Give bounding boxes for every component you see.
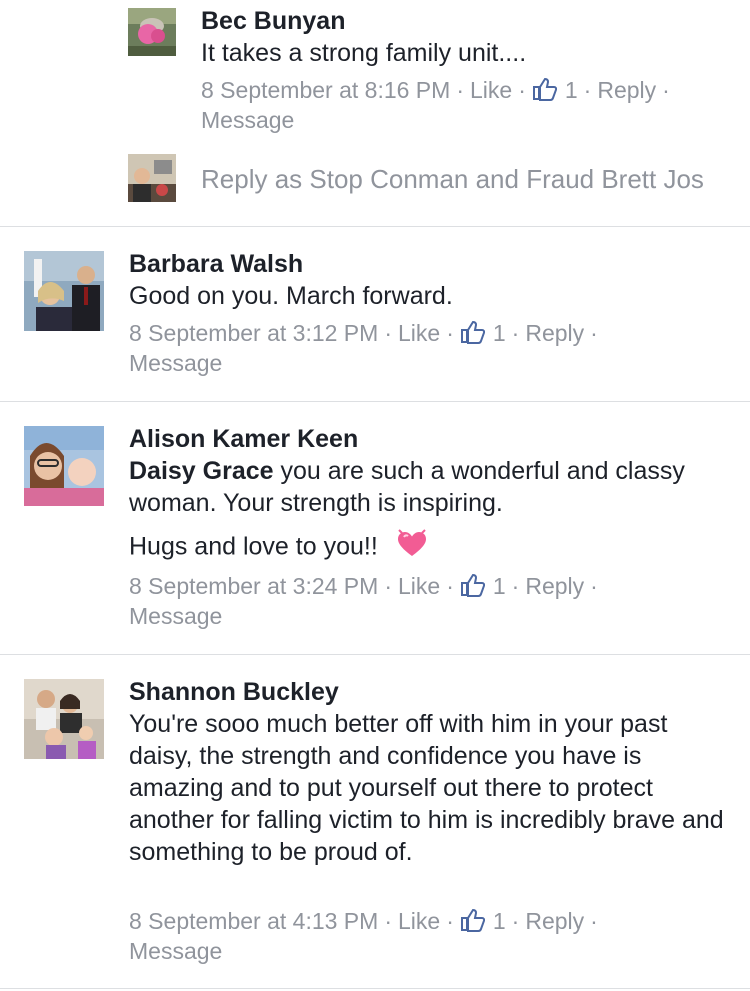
divider — [0, 654, 750, 655]
separator-dot: · — [384, 908, 392, 934]
comment-timestamp[interactable]: 8 September at 3:24 PM — [129, 571, 378, 601]
message-link[interactable]: Message — [129, 936, 222, 966]
separator-dot: · — [662, 77, 670, 103]
sparkling-heart-emoji — [395, 529, 429, 567]
reply-link[interactable]: Reply — [525, 571, 584, 601]
separator-dot: · — [590, 908, 598, 934]
comment-text-line: Hugs and love to you!! — [129, 529, 429, 567]
like-count[interactable]: 1 — [565, 75, 578, 105]
avatar[interactable] — [24, 679, 104, 759]
avatar[interactable] — [24, 251, 104, 331]
comment-author[interactable]: Shannon Buckley — [129, 677, 339, 707]
thumbs-up-icon[interactable] — [460, 320, 485, 344]
separator-dot: · — [590, 573, 598, 599]
message-link[interactable]: Message — [201, 105, 294, 135]
separator-dot: · — [384, 573, 392, 599]
comment-meta: 8 September at 8:16 PM · Like · 1 · Reply · — [201, 75, 676, 105]
divider — [0, 226, 750, 227]
reply-link[interactable]: Reply — [525, 318, 584, 348]
comment-text: Good on you. March forward. — [129, 282, 453, 310]
reply-link[interactable]: Reply — [597, 75, 656, 105]
avatar[interactable] — [128, 8, 176, 56]
avatar — [128, 154, 176, 202]
comment-author[interactable]: Bec Bunyan — [201, 6, 345, 36]
separator-dot: · — [590, 320, 598, 346]
like-link[interactable]: Like — [398, 906, 440, 936]
like-link[interactable]: Like — [398, 318, 440, 348]
mention-link[interactable]: Daisy Grace — [129, 457, 274, 485]
comment-text: It takes a strong family unit.... — [201, 39, 527, 67]
comment-author[interactable]: Alison Kamer Keen — [129, 424, 358, 454]
separator-dot: · — [511, 320, 520, 346]
reply-as-input[interactable]: Reply as Stop Conman and Fraud Brett Jos — [201, 164, 704, 194]
divider — [0, 988, 750, 989]
like-link[interactable]: Like — [398, 571, 440, 601]
comment-text: You're sooo much better off with him in … — [129, 710, 724, 866]
thumbs-up-icon[interactable] — [532, 77, 557, 101]
like-count[interactable]: 1 — [493, 906, 506, 936]
separator-dot: · — [446, 908, 454, 934]
like-count[interactable]: 1 — [493, 571, 506, 601]
like-count[interactable]: 1 — [493, 318, 506, 348]
comment-timestamp[interactable]: 8 September at 8:16 PM — [201, 75, 450, 105]
comment-meta: 8 September at 3:24 PM · Like · 1 · Reply · — [129, 571, 604, 601]
thumbs-up-icon[interactable] — [460, 573, 485, 597]
separator-dot: · — [446, 320, 454, 346]
separator-dot: · — [456, 77, 464, 103]
comment-meta: 8 September at 3:12 PM · Like · 1 · Reply · — [129, 318, 604, 348]
reply-link[interactable]: Reply — [525, 906, 584, 936]
like-link[interactable]: Like — [470, 75, 512, 105]
separator-dot: · — [518, 77, 526, 103]
separator-dot: · — [583, 77, 592, 103]
separator-dot: · — [511, 573, 520, 599]
comment-timestamp[interactable]: 8 September at 3:12 PM — [129, 318, 378, 348]
comment-meta: 8 September at 4:13 PM · Like · 1 · Reply · — [129, 906, 604, 936]
message-link[interactable]: Message — [129, 348, 222, 378]
comment-text-body: Hugs and love to you!! — [129, 532, 378, 561]
message-link[interactable]: Message — [129, 601, 222, 631]
separator-dot: · — [511, 908, 520, 934]
separator-dot: · — [384, 320, 392, 346]
avatar[interactable] — [24, 426, 104, 506]
comment-author[interactable]: Barbara Walsh — [129, 249, 303, 279]
comment-timestamp[interactable]: 8 September at 4:13 PM — [129, 906, 378, 936]
comment-text: Daisy Grace you are such a wonderful and… — [129, 455, 729, 519]
thumbs-up-icon[interactable] — [460, 908, 485, 932]
divider — [0, 401, 750, 402]
separator-dot: · — [446, 573, 454, 599]
